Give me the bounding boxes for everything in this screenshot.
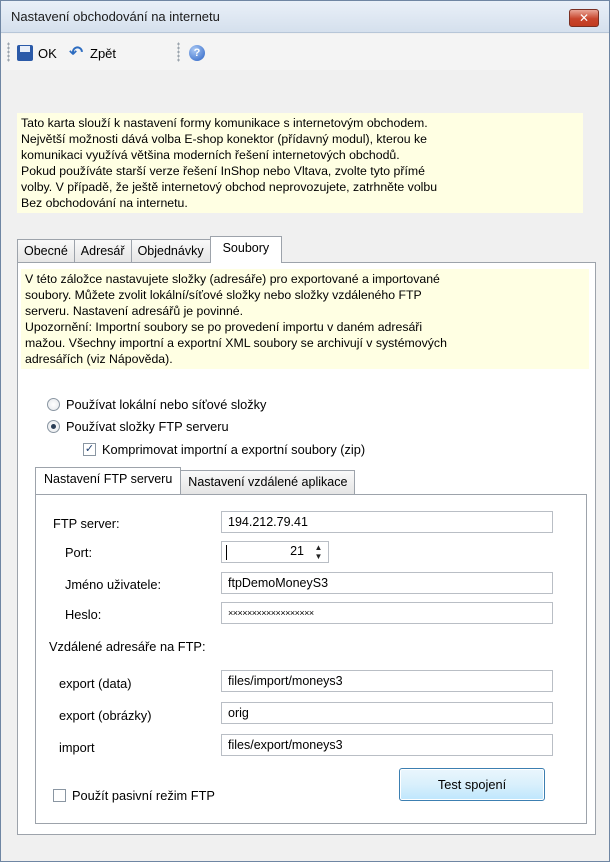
intro-line: Bez obchodování na internetu. <box>21 196 188 210</box>
passive-mode-label: Použít pasivní režim FTP <box>72 788 215 803</box>
port-value: 21 <box>290 544 304 558</box>
back-label: Zpět <box>90 45 117 61</box>
ftp-server-input[interactable]: 194.212.79.41 <box>221 511 553 533</box>
help-icon: ? <box>189 45 205 61</box>
settings-window: Nastavení obchodování na internetu ✕ OK … <box>0 0 610 862</box>
intro-line: komunikaci využívá většina moderních řeš… <box>21 148 400 162</box>
back-button[interactable]: ↶ Zpět <box>69 43 116 63</box>
text-caret <box>226 545 227 560</box>
import-label: import <box>59 740 95 755</box>
passive-check-indicator[interactable] <box>53 789 66 802</box>
radio-ftp-folders[interactable]: Používat složky FTP serveru <box>47 419 229 434</box>
files-info-line: mažou. Všechny importní a exportní XML s… <box>25 336 447 350</box>
files-description: V této záložce nastavujete složky (adres… <box>21 269 589 369</box>
toolbar-separator <box>177 42 180 62</box>
export-data-label: export (data) <box>59 676 132 691</box>
intro-line: Největší možnosti dává volba E-shop kone… <box>21 132 427 146</box>
port-spin-buttons: ▲ ▼ <box>310 543 327 561</box>
files-info-line: serveru. Nastavení adresářů je povinné. <box>25 304 244 318</box>
radio-ftp-label: Používat složky FTP serveru <box>66 419 229 434</box>
floppy-disk-icon <box>17 45 33 61</box>
password-input[interactable]: ×××××××××××××××××× <box>221 602 553 624</box>
port-label: Port: <box>65 545 93 560</box>
files-info-line: adresářích (viz Nápověda). <box>25 352 173 366</box>
tab-remote-app[interactable]: Nastavení vzdálené aplikace <box>180 470 356 494</box>
toolbar-grip[interactable] <box>7 42 10 62</box>
passive-mode-checkbox[interactable]: Použít pasivní režim FTP <box>53 788 215 803</box>
tab-ftp-server[interactable]: Nastavení FTP serveru <box>35 467 182 494</box>
radio-ftp-indicator[interactable] <box>47 420 60 433</box>
ftp-server-label: FTP server: <box>53 516 120 531</box>
export-images-label: export (obrázky) <box>59 708 152 723</box>
test-connection-button[interactable]: Test spojení <box>399 768 545 801</box>
files-info-line: soubory. Můžete zvolit lokální/síťové sl… <box>25 288 422 302</box>
radio-local-folders[interactable]: Používat lokální nebo síťové složky <box>47 397 266 412</box>
port-stepper[interactable]: 21 ▲ ▼ <box>221 541 329 563</box>
intro-line: volby. V případě, že ještě internetový o… <box>21 180 438 194</box>
close-button[interactable]: ✕ <box>569 9 599 27</box>
main-tabs: Obecné Adresář Objednávky Soubory <box>17 236 283 263</box>
ok-button[interactable]: OK <box>17 43 57 63</box>
help-button[interactable]: ? <box>189 43 205 63</box>
compress-label: Komprimovat importní a exportní soubory … <box>102 442 366 457</box>
radio-local-indicator[interactable] <box>47 398 60 411</box>
intro-line: Pokud používáte starší verze řešení InSh… <box>21 164 425 178</box>
username-input[interactable]: ftpDemoMoneyS3 <box>221 572 553 594</box>
ok-label: OK <box>38 45 57 61</box>
toolbar: OK ↶ Zpět ? <box>1 34 609 70</box>
password-label: Heslo: <box>65 607 102 622</box>
title-bar: Nastavení obchodování na internetu ✕ <box>1 1 609 33</box>
intro-line: Tato karta slouží k nastavení formy komu… <box>21 116 428 130</box>
remote-dirs-heading: Vzdálené adresáře na FTP: <box>49 639 206 654</box>
window-title: Nastavení obchodování na internetu <box>11 9 220 24</box>
tab-obecne[interactable]: Obecné <box>17 239 75 263</box>
spin-up-icon[interactable]: ▲ <box>310 543 327 552</box>
ftp-sub-tabs: Nastavení FTP serveru Nastavení vzdálené… <box>35 467 356 496</box>
files-info-line: Upozornění: Importní soubory se po prove… <box>25 320 423 334</box>
username-label: Jméno uživatele: <box>65 577 162 592</box>
tab-soubory[interactable]: Soubory <box>209 236 283 263</box>
export-data-input[interactable]: files/import/moneys3 <box>221 670 553 692</box>
import-input[interactable]: files/export/moneys3 <box>221 734 553 756</box>
undo-arrow-icon: ↶ <box>69 43 84 62</box>
export-images-input[interactable]: orig <box>221 702 553 724</box>
spin-down-icon[interactable]: ▼ <box>310 552 327 561</box>
tab-objednavky[interactable]: Objednávky <box>130 239 211 263</box>
compress-checkbox[interactable]: ✓ Komprimovat importní a exportní soubor… <box>83 442 365 457</box>
intro-description: Tato karta slouží k nastavení formy komu… <box>17 113 583 213</box>
compress-check-indicator[interactable]: ✓ <box>83 443 96 456</box>
tab-adresar[interactable]: Adresář <box>73 239 132 263</box>
radio-local-label: Používat lokální nebo síťové složky <box>66 397 267 412</box>
files-info-line: V této záložce nastavujete složky (adres… <box>25 272 440 286</box>
